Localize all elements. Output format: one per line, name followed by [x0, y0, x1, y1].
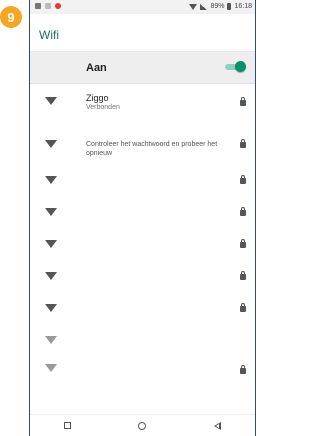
wifi-toggle-label: Aan [86, 62, 107, 74]
wifi-signal-icon [45, 176, 57, 184]
lock-icon [240, 175, 246, 184]
wifi-weak-signal-icon [45, 364, 57, 372]
wifi-master-toggle-row[interactable]: Aan [30, 52, 255, 84]
wifi-signal-icon [45, 208, 57, 216]
back-button[interactable] [214, 421, 222, 430]
signal-icon [200, 3, 208, 10]
status-bar: 89% 16:18 [30, 0, 255, 14]
network-item[interactable] [30, 202, 255, 234]
wifi-signal-icon [45, 240, 57, 248]
system-icons: 89% 16:18 [189, 3, 252, 10]
network-list: Ziggo Verbonden Controleer het wachtwoor… [30, 84, 255, 388]
notification-icon [35, 3, 41, 9]
recent-apps-button[interactable] [63, 422, 71, 429]
network-name: Ziggo [86, 93, 109, 103]
wifi-signal-icon [45, 97, 57, 105]
wifi-status-icon [189, 3, 198, 10]
lock-icon [240, 239, 246, 248]
record-dot-icon [55, 3, 61, 9]
network-item[interactable]: Ziggo Verbonden [30, 84, 255, 120]
network-item[interactable] [30, 234, 255, 266]
wifi-signal-icon [45, 272, 57, 280]
wifi-switch[interactable] [225, 61, 246, 72]
wifi-signal-icon [45, 140, 57, 148]
battery-percentage: 89% [210, 3, 225, 10]
lock-icon [240, 303, 246, 312]
network-status: Verbonden [86, 104, 120, 111]
network-item[interactable]: Controleer het wachtwoord en probeer het… [30, 120, 255, 170]
app-bar: Wifi [30, 14, 255, 52]
page: 9 89% 16:18 Wifi Aan Ziggo Verbonden Con… [0, 0, 257, 436]
wifi-signal-icon [45, 304, 57, 312]
phone-screen: 89% 16:18 Wifi Aan Ziggo Verbonden Contr… [29, 0, 256, 436]
notification-icon [45, 3, 51, 9]
notification-icons [35, 3, 61, 9]
clock: 16:18 [234, 3, 252, 10]
home-button[interactable] [138, 421, 147, 430]
lock-icon [240, 97, 246, 106]
battery-icon [227, 3, 232, 10]
network-item[interactable] [30, 266, 255, 298]
lock-icon [240, 207, 246, 216]
network-item[interactable] [30, 298, 255, 330]
network-item[interactable] [30, 170, 255, 202]
network-status: Controleer het wachtwoord en probeer het… [86, 141, 218, 157]
lock-icon [240, 271, 246, 280]
navigation-bar [30, 414, 255, 436]
lock-icon [240, 139, 246, 148]
wifi-weak-signal-icon [45, 336, 57, 344]
network-item[interactable] [30, 330, 255, 360]
switch-thumb [235, 61, 246, 72]
step-badge: 9 [0, 6, 22, 28]
lock-icon [240, 365, 246, 374]
page-title: Wifi [39, 28, 59, 42]
network-item[interactable] [30, 360, 255, 388]
